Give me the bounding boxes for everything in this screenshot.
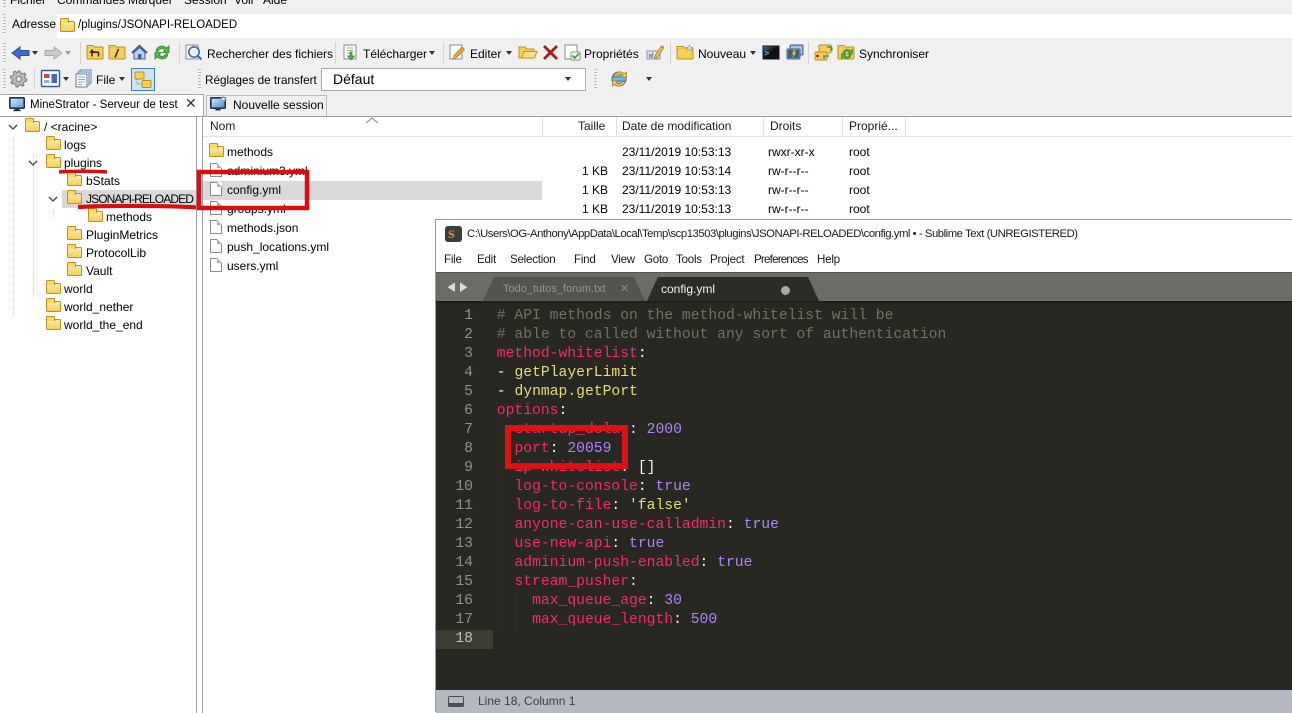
svg-text:>: > bbox=[765, 50, 770, 59]
svg-text:xl: xl bbox=[649, 53, 655, 60]
